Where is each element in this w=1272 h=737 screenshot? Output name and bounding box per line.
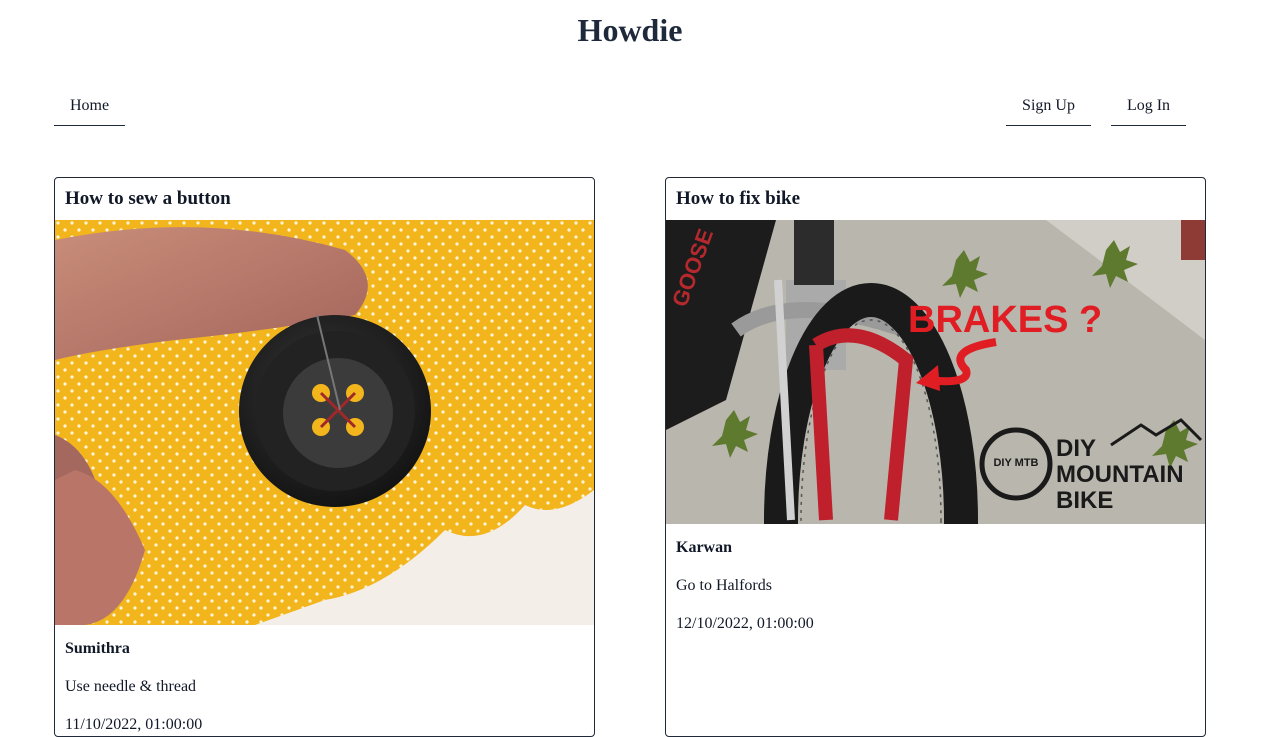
nav-sign-up-link[interactable]: Sign Up: [1006, 88, 1091, 126]
nav-home-link[interactable]: Home: [54, 88, 125, 126]
image-text-badge: DIY MTB: [993, 457, 1038, 469]
post-date: 12/10/2022, 01:00:00: [676, 615, 814, 632]
post-author: Sumithra: [65, 640, 130, 657]
post-date: 11/10/2022, 01:00:00: [65, 716, 203, 733]
post-title: How to fix bike: [676, 188, 801, 209]
image-text-brakes: BRAKES ?: [908, 299, 1102, 341]
image-text-logo-line3: BIKE: [1056, 487, 1113, 514]
image-text-logo-line2: MOUNTAIN: [1056, 461, 1184, 488]
image-text-logo-line1: DIY: [1056, 435, 1096, 462]
post-card[interactable]: How to sew a button Sumithra Use needle …: [54, 177, 595, 737]
site-title: Howdie: [577, 12, 683, 48]
post-title: How to sew a button: [65, 188, 231, 209]
post-body: Use needle & thread: [65, 678, 197, 695]
nav-log-in-link[interactable]: Log In: [1111, 88, 1186, 126]
post-image-bike-brakes: GOOSE BRAKES ? DIY MTB DIY MOUNTAIN BIKE: [666, 220, 1205, 524]
post-image-button-sewing: [55, 220, 594, 625]
post-author: Karwan: [676, 539, 732, 556]
post-body: Go to Halfords: [676, 577, 772, 594]
post-card[interactable]: How to fix bike GOOSE BRAKES ? DIY MTB D…: [665, 177, 1206, 737]
